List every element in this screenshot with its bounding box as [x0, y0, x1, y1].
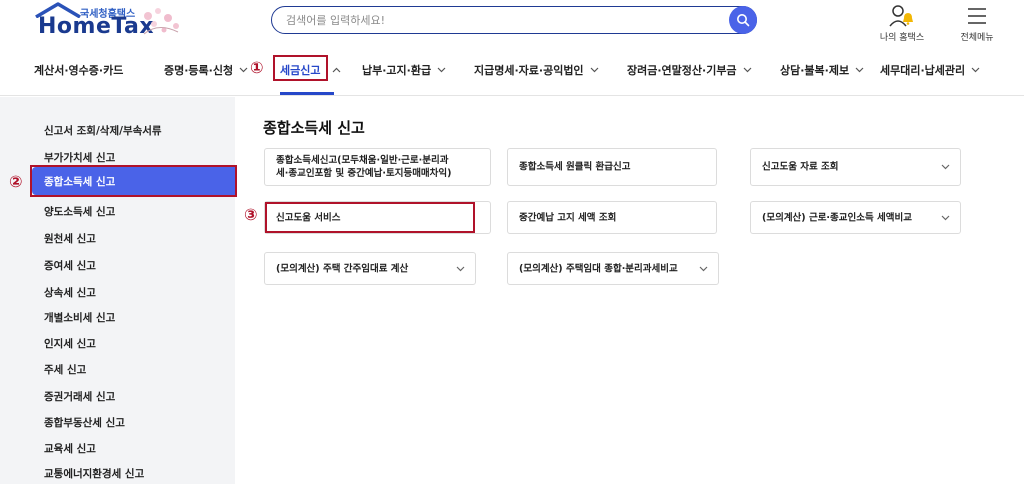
- logo-title: HomeTax: [38, 14, 155, 39]
- chevron-down-icon: [941, 164, 950, 170]
- card-interim-prepayment-lookup[interactable]: 중간예납 고지 세액 조회: [507, 201, 717, 234]
- card-label: 종합소득세신고(모두채움·일반·근로·분리과 세·종교인포함 및 중간예납·토지…: [276, 154, 452, 180]
- chevron-down-icon: [437, 67, 446, 73]
- chevron-down-icon: [743, 67, 751, 73]
- chevron-down-icon: [456, 266, 465, 271]
- annotation-box-tax-filing: [273, 55, 328, 81]
- annotation-number-3: ③: [244, 205, 258, 224]
- annotation-number-2: ②: [9, 172, 23, 191]
- user-bell-icon: [889, 5, 913, 27]
- nav-item-label: 납부·고지·환급: [362, 64, 432, 77]
- card-label: 종합소득세 원클릭 환급신고: [519, 161, 631, 173]
- nav-item-certificate-registration[interactable]: 증명·등록·신청: [164, 62, 248, 78]
- sidebar-item-gift-tax[interactable]: 증여세 신고: [44, 258, 96, 273]
- chevron-down-icon: [855, 67, 864, 73]
- nav-item-tax-agent[interactable]: 세무대리·납세관리: [880, 62, 980, 78]
- annotation-number-1: ①: [250, 58, 264, 77]
- sidebar-item-inheritance-tax[interactable]: 상속세 신고: [44, 285, 96, 300]
- search-button[interactable]: [729, 6, 757, 34]
- chevron-up-icon: [333, 67, 341, 73]
- nav-item-label: 계산서·영수증·카드: [34, 64, 124, 77]
- chevron-down-icon: [590, 67, 598, 73]
- card-simulation-earned-income-comparison[interactable]: (모의계산) 근로·종교인소득 세액비교: [750, 201, 961, 234]
- nav-item-payment-statement[interactable]: 지급명세·자료·공익법인: [474, 62, 599, 78]
- card-label: (모의계산) 근로·종교인소득 세액비교: [762, 212, 913, 223]
- search-input[interactable]: [286, 11, 706, 29]
- main-nav: 계산서·영수증·카드 증명·등록·신청 세금신고 납부·고지·환급 지급명세·자…: [0, 50, 1024, 96]
- card-global-income-tax-filing[interactable]: 종합소득세신고(모두채움·일반·근로·분리과 세·종교인포함 및 중간예납·토지…: [264, 148, 491, 186]
- nav-item-label: 증명·등록·신청: [164, 64, 234, 77]
- nav-item-year-end-settlement[interactable]: 장려금·연말정산·기부금: [627, 62, 752, 78]
- card-label-line-1: 종합소득세신고(모두채움·일반·근로·분리과: [276, 155, 449, 166]
- sidebar-item-securities-tax[interactable]: 증권거래세 신고: [44, 389, 115, 404]
- chevron-down-icon: [239, 67, 248, 73]
- card-label: 신고도움 자료 조회: [762, 161, 839, 173]
- annotation-box-filing-help-service: [265, 202, 475, 233]
- nav-item-label: 지급명세·자료·공익법인: [474, 64, 584, 77]
- nav-item-label: 세무대리·납세관리: [880, 64, 966, 77]
- nav-item-label: 상담·불복·제보: [780, 64, 850, 77]
- nav-item-invoice-receipt-card[interactable]: 계산서·영수증·카드: [34, 62, 123, 78]
- card-help-data-lookup[interactable]: 신고도움 자료 조회: [750, 148, 961, 186]
- all-menu-label: 전체메뉴: [960, 33, 994, 43]
- card-label: 중간예납 고지 세액 조회: [519, 212, 617, 223]
- sidebar-item-stamp-tax[interactable]: 인지세 신고: [44, 336, 96, 351]
- sidebar-item-excise-tax[interactable]: 개별소비세 신고: [44, 310, 115, 325]
- nav-item-label: 장려금·연말정산·기부금: [627, 64, 737, 77]
- card-label: (모의계산) 주택 간주임대료 계산: [276, 263, 409, 274]
- card-label-line-2: 세·종교인포함 및 중간예납·토지등매매차익): [276, 168, 452, 179]
- nav-item-payment-refund[interactable]: 납부·고지·환급: [362, 62, 446, 78]
- chevron-down-icon: [699, 266, 708, 271]
- card-label: (모의계산) 주택임대 종합·분리과세비교: [519, 263, 678, 274]
- my-hometax-label: 나의 홈택스: [879, 33, 925, 43]
- sidebar-item-vat[interactable]: 부가가치세 신고: [44, 150, 115, 165]
- search-icon: [737, 14, 750, 27]
- card-simulation-deemed-rent[interactable]: (모의계산) 주택 간주임대료 계산: [264, 252, 476, 285]
- nav-item-consultation-report[interactable]: 상담·불복·제보: [780, 62, 864, 78]
- header: 국세청홈택스 HomeTax 나의 홈택스: [0, 0, 1024, 50]
- sidebar-item-liquor-tax[interactable]: 주세 신고: [44, 362, 86, 377]
- page-title: 종합소득세 신고: [263, 119, 365, 137]
- my-hometax-button[interactable]: 나의 홈택스: [872, 2, 932, 44]
- sidebar-item-withholding-tax[interactable]: 원천세 신고: [44, 231, 96, 246]
- nav-active-underline: [280, 92, 334, 95]
- chevron-down-icon: [971, 67, 980, 73]
- hometax-logo[interactable]: 국세청홈택스 HomeTax: [34, 2, 194, 46]
- sidebar-item-capital-gains-tax[interactable]: 양도소득세 신고: [44, 204, 115, 219]
- sidebar-item-education-tax[interactable]: 교육세 신고: [44, 441, 96, 456]
- card-simulation-housing-rental-comparison[interactable]: (모의계산) 주택임대 종합·분리과세비교: [507, 252, 719, 285]
- cherry-blossom-icon: [143, 8, 179, 35]
- search-bar[interactable]: [271, 6, 757, 34]
- card-one-click-refund[interactable]: 종합소득세 원클릭 환급신고: [507, 148, 717, 186]
- all-menu-button[interactable]: 전체메뉴: [952, 2, 1002, 44]
- chevron-down-icon: [941, 215, 950, 220]
- sidebar-item-report-lookup[interactable]: 신고서 조회/삭제/부속서류: [44, 123, 162, 138]
- sidebar-item-transport-energy-tax[interactable]: 교통에너지환경세 신고: [44, 466, 144, 481]
- annotation-box-global-income-tax: [30, 165, 237, 197]
- sidebar-item-comprehensive-real-estate-tax[interactable]: 종합부동산세 신고: [44, 415, 125, 430]
- hamburger-menu-icon: [968, 8, 986, 24]
